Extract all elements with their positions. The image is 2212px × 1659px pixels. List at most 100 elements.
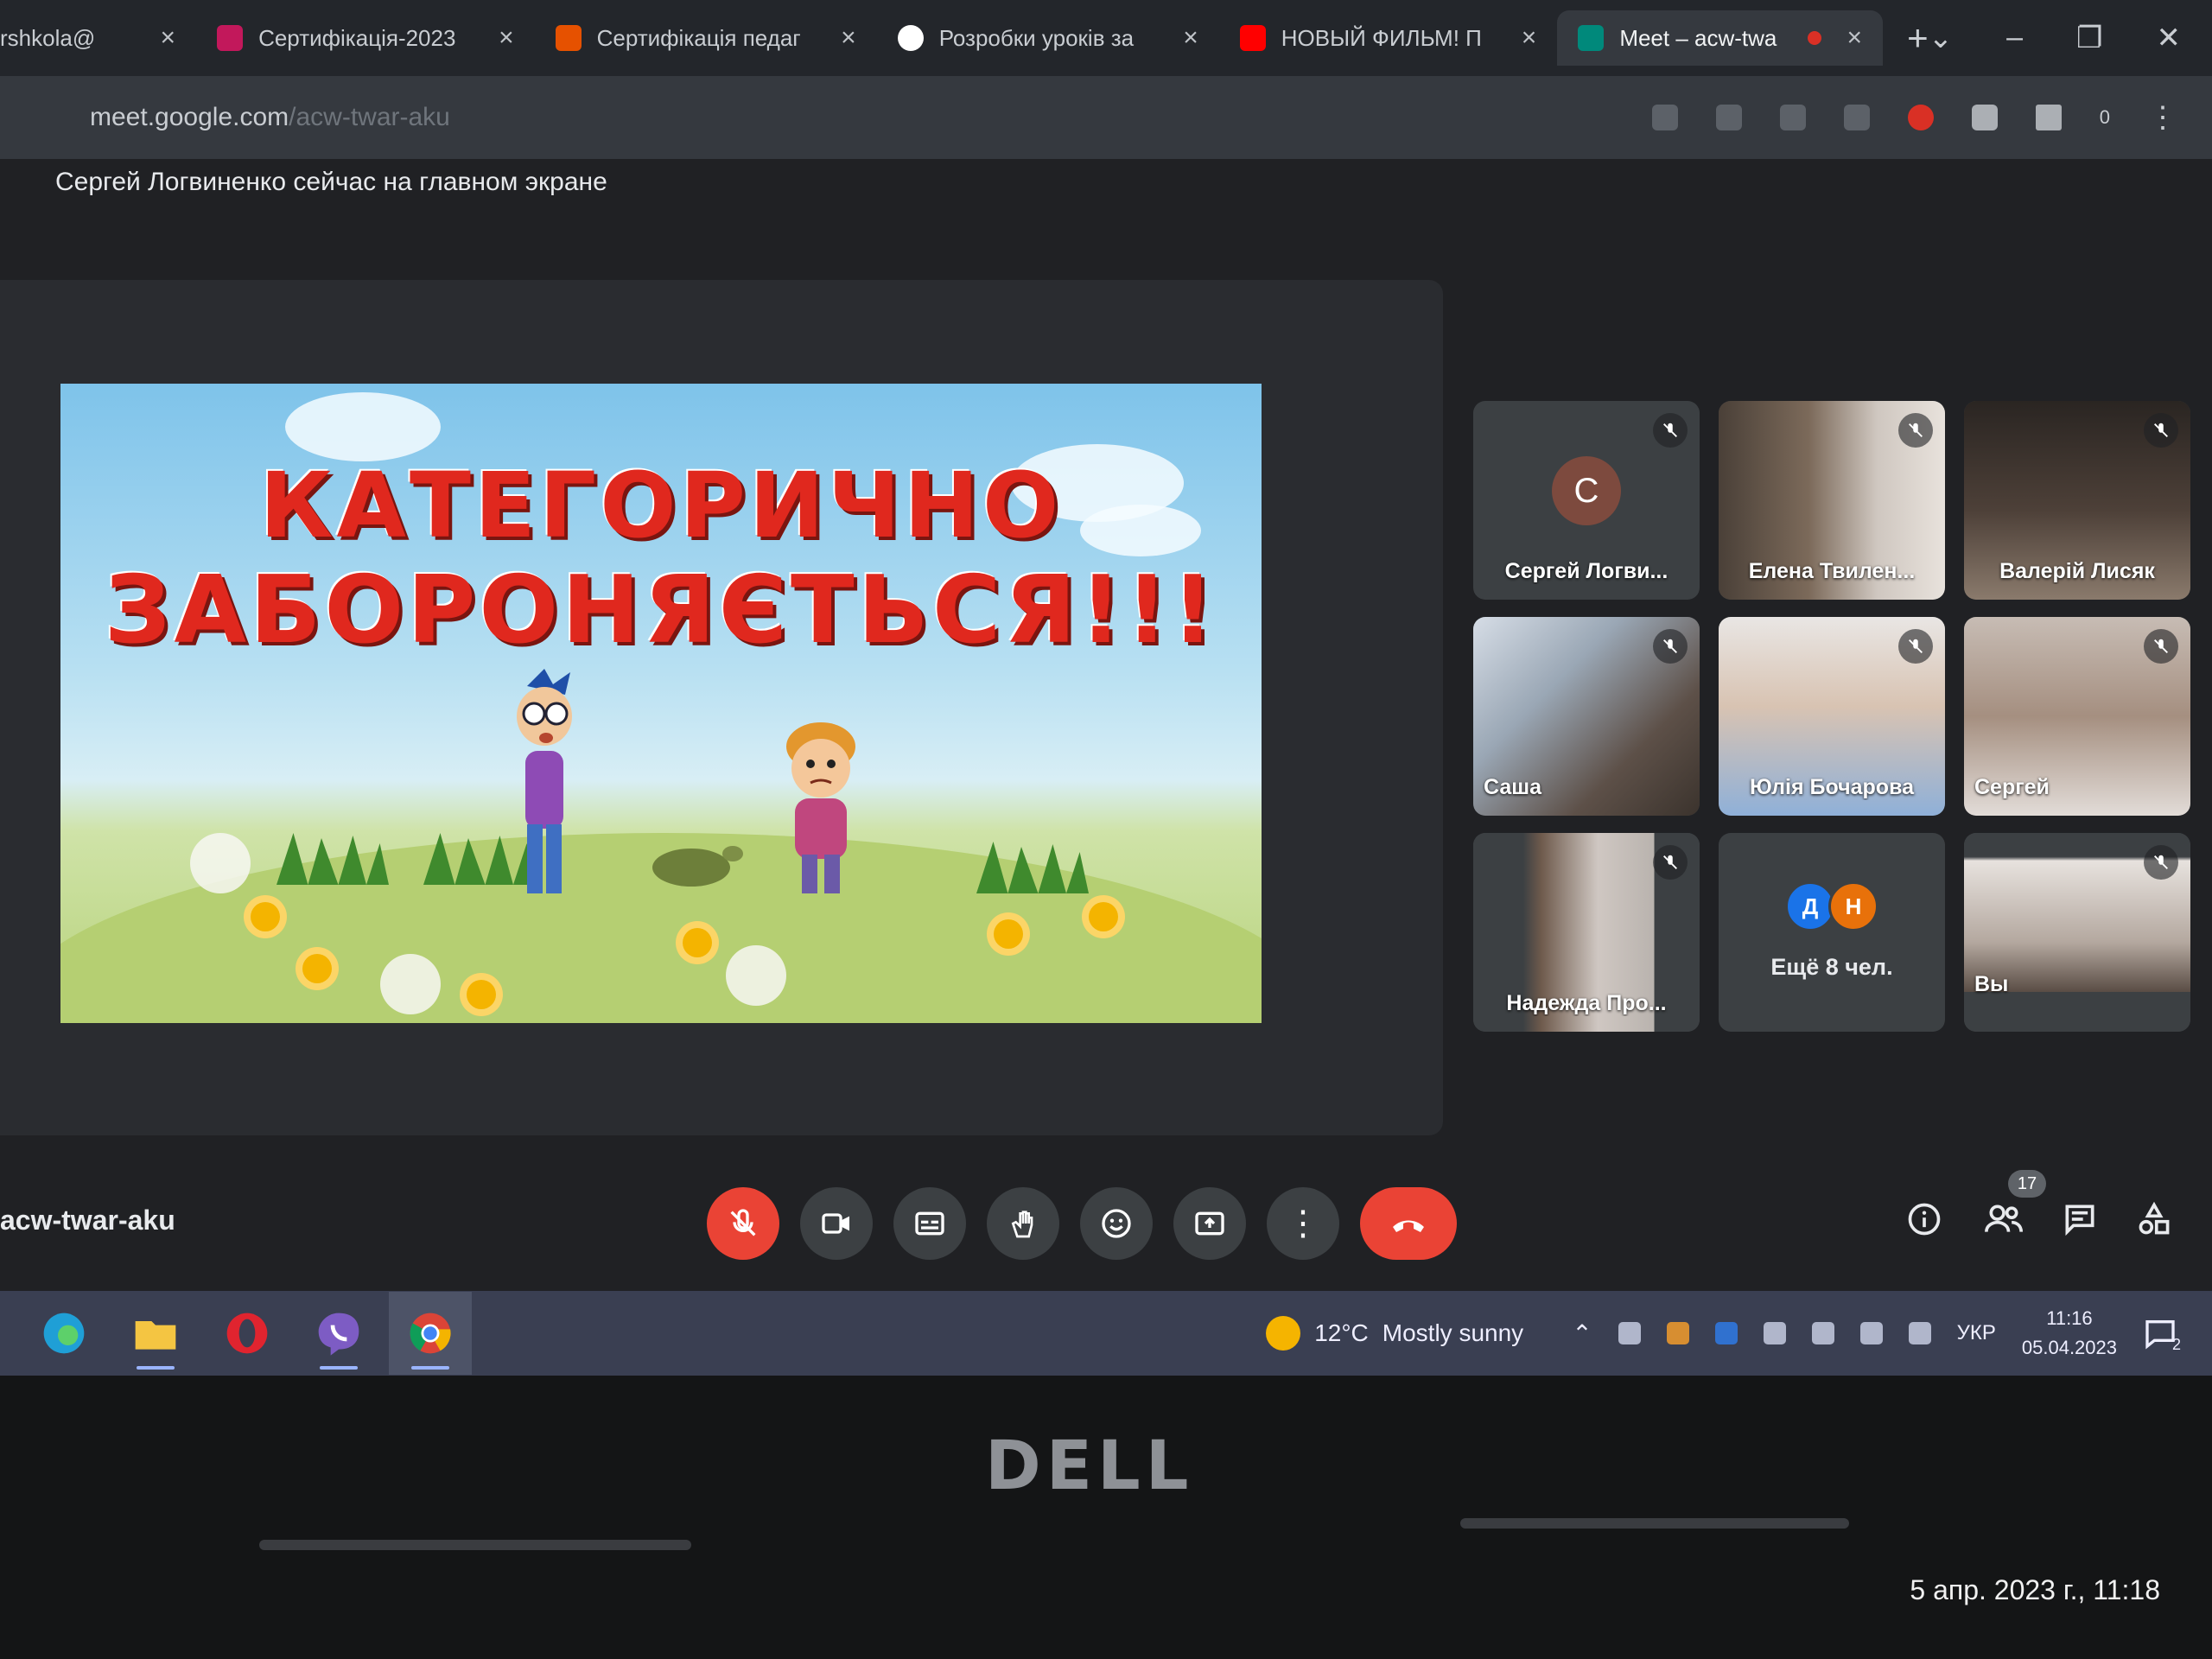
flower xyxy=(683,928,712,957)
people-button[interactable] xyxy=(1980,1196,2027,1243)
tab-title: Meet – acw-twa xyxy=(1619,24,1777,51)
weather-widget[interactable]: 12°C Mostly sunny xyxy=(1266,1316,1523,1351)
camera-toggle-button[interactable] xyxy=(800,1187,873,1260)
close-icon[interactable]: × xyxy=(1847,23,1863,53)
bookmark-star-icon[interactable] xyxy=(1843,105,1870,130)
camera-permission-icon[interactable] xyxy=(1651,105,1678,130)
minimize-icon[interactable]: – xyxy=(2006,21,2023,55)
address-bar: meet.google.com/acw-twar-aku 0 ⋮ xyxy=(0,76,2212,159)
bluetooth-icon[interactable] xyxy=(1714,1322,1738,1344)
raise-hand-button[interactable] xyxy=(987,1187,1059,1260)
tab-google-meet[interactable]: Meet – acw-twa × xyxy=(1557,10,1884,66)
tab-title: Розробки уроків за xyxy=(938,24,1135,51)
clock-date: 05.04.2023 xyxy=(2021,1337,2117,1358)
close-icon[interactable]: × xyxy=(499,23,514,53)
tab-title: Сертифікація-2023 xyxy=(258,24,456,51)
extension-badge[interactable]: 0 xyxy=(2100,106,2110,129)
taskbar-file-explorer[interactable] xyxy=(114,1292,197,1375)
close-icon[interactable]: × xyxy=(1522,23,1537,53)
input-language[interactable]: УКР xyxy=(1957,1321,1996,1345)
participant-tile[interactable]: Юлія Бочарова xyxy=(1719,617,1945,816)
windows-taskbar: 12°C Mostly sunny ⌃ УКР 11:16 05.04.2023… xyxy=(0,1291,2212,1376)
dandelion xyxy=(190,833,251,893)
flower xyxy=(994,919,1023,949)
tab-certification-teacher[interactable]: Сертифікація педаг × xyxy=(535,10,877,66)
tab-search-icon[interactable]: ⌄ xyxy=(1929,21,1954,55)
tab-email[interactable]: rshkola@ × xyxy=(0,10,196,66)
close-window-icon[interactable]: ✕ xyxy=(2157,21,2182,55)
volume-icon[interactable] xyxy=(1908,1322,1931,1344)
main-stage: КАТЕГОРИЧНО ЗАБОРОНЯЄТЬСЯ!!! xyxy=(0,280,1443,1135)
participant-tile[interactable]: Елена Твилен... xyxy=(1719,401,1945,600)
notifications-button[interactable]: 2 xyxy=(2143,1316,2181,1353)
chevron-up-icon[interactable]: ⌃ xyxy=(1572,1319,1592,1348)
emoji-reaction-button[interactable] xyxy=(1080,1187,1153,1260)
participant-tile[interactable]: Сергей xyxy=(1964,617,2190,816)
end-call-button[interactable] xyxy=(1360,1187,1457,1260)
avatar: Н xyxy=(1828,881,1878,931)
extensions-puzzle-icon[interactable] xyxy=(1971,105,1998,130)
share-icon[interactable] xyxy=(1779,105,1806,130)
clock-time: 11:16 xyxy=(2046,1307,2093,1329)
tab-title: НОВЫЙ ФИЛЬМ! П xyxy=(1281,24,1482,51)
meet-icon xyxy=(1578,25,1605,51)
participant-name: Юлія Бочарова xyxy=(1749,775,1915,799)
present-screen-button[interactable] xyxy=(1173,1187,1246,1260)
taskbar-edge[interactable] xyxy=(22,1292,105,1375)
tab-title: rshkola@ xyxy=(0,24,96,51)
browser-menu-icon[interactable]: ⋮ xyxy=(2148,100,2177,135)
close-icon[interactable]: × xyxy=(841,23,856,53)
close-icon[interactable]: × xyxy=(1183,23,1198,53)
chat-button[interactable] xyxy=(2056,1196,2103,1243)
participant-tile[interactable]: С Сергей Логви... xyxy=(1473,401,1700,600)
self-view-tile[interactable]: Вы xyxy=(1964,833,2190,1032)
hand-icon xyxy=(1011,1211,1033,1238)
defender-shield-icon[interactable] xyxy=(1763,1322,1786,1344)
meeting-details-button[interactable] xyxy=(1901,1196,1948,1243)
participant-tile[interactable]: Валерій Лисяк xyxy=(1964,401,2190,600)
photo-timestamp: 5 апр. 2023 г., 11:18 xyxy=(1910,1574,2160,1605)
dell-logo: DELL xyxy=(985,1427,1194,1505)
tab-lesson-plans[interactable]: Розробки уроків за × xyxy=(877,10,1219,66)
mic-toggle-button[interactable] xyxy=(707,1187,779,1260)
participant-name: Вы xyxy=(1974,972,2009,996)
cartoon-boy-redhead xyxy=(786,722,855,893)
toolbar-icons: 0 ⋮ xyxy=(1651,100,2212,135)
participant-grid: С Сергей Логви... Елена Твилен... Валері… xyxy=(1473,401,2190,1075)
participant-tile[interactable]: Саша xyxy=(1473,617,1700,816)
new-tab-button[interactable]: + xyxy=(1907,17,1929,59)
google-lens-icon[interactable] xyxy=(1715,105,1742,130)
captions-icon xyxy=(915,1211,944,1236)
security-tray-icon[interactable] xyxy=(1666,1322,1689,1344)
activities-button[interactable] xyxy=(2131,1196,2177,1243)
mic-off-icon xyxy=(1653,413,1688,448)
forms-icon xyxy=(217,25,244,51)
extension-red-icon[interactable] xyxy=(1907,105,1934,130)
taskbar-viber[interactable] xyxy=(297,1292,380,1375)
url-field[interactable]: meet.google.com/acw-twar-aku xyxy=(90,103,450,132)
flower xyxy=(251,902,280,931)
dandelion xyxy=(380,954,441,1014)
close-icon[interactable]: × xyxy=(161,23,176,53)
taskbar-opera[interactable] xyxy=(206,1292,289,1375)
tab-certification-2023[interactable]: Сертифікація-2023 × xyxy=(196,10,535,66)
meet-tray-icon[interactable] xyxy=(1618,1322,1641,1344)
participant-name: Саша xyxy=(1484,775,1542,799)
maximize-icon[interactable]: ❐ xyxy=(2076,21,2102,55)
window-controls: ⌄ – ❐ ✕ xyxy=(1929,21,2212,55)
battery-icon[interactable] xyxy=(1811,1322,1834,1344)
captions-button[interactable] xyxy=(893,1187,966,1260)
system-clock[interactable]: 11:16 05.04.2023 xyxy=(2022,1304,2117,1363)
notification-count: 2 xyxy=(2171,1336,2181,1353)
slide-heading-line-2: ЗАБОРОНЯЄТЬСЯ!!! xyxy=(104,556,1218,664)
dandelion xyxy=(726,945,786,1006)
taskbar-chrome[interactable] xyxy=(389,1292,472,1375)
tab-youtube-film[interactable]: НОВЫЙ ФИЛЬМ! П × xyxy=(1219,10,1558,66)
more-options-button[interactable]: ⋮ xyxy=(1267,1187,1339,1260)
laptop-bezel: DELL 5 апр. 2023 г., 11:18 xyxy=(0,1376,2212,1659)
participant-tile[interactable]: Надежда Про... xyxy=(1473,833,1700,1032)
wifi-icon[interactable] xyxy=(1859,1322,1883,1344)
side-panel-icon[interactable] xyxy=(2035,105,2062,130)
more-participants-tile[interactable]: Д Н Ещё 8 чел. xyxy=(1719,833,1945,1032)
participant-name: Елена Твилен... xyxy=(1748,559,1916,583)
